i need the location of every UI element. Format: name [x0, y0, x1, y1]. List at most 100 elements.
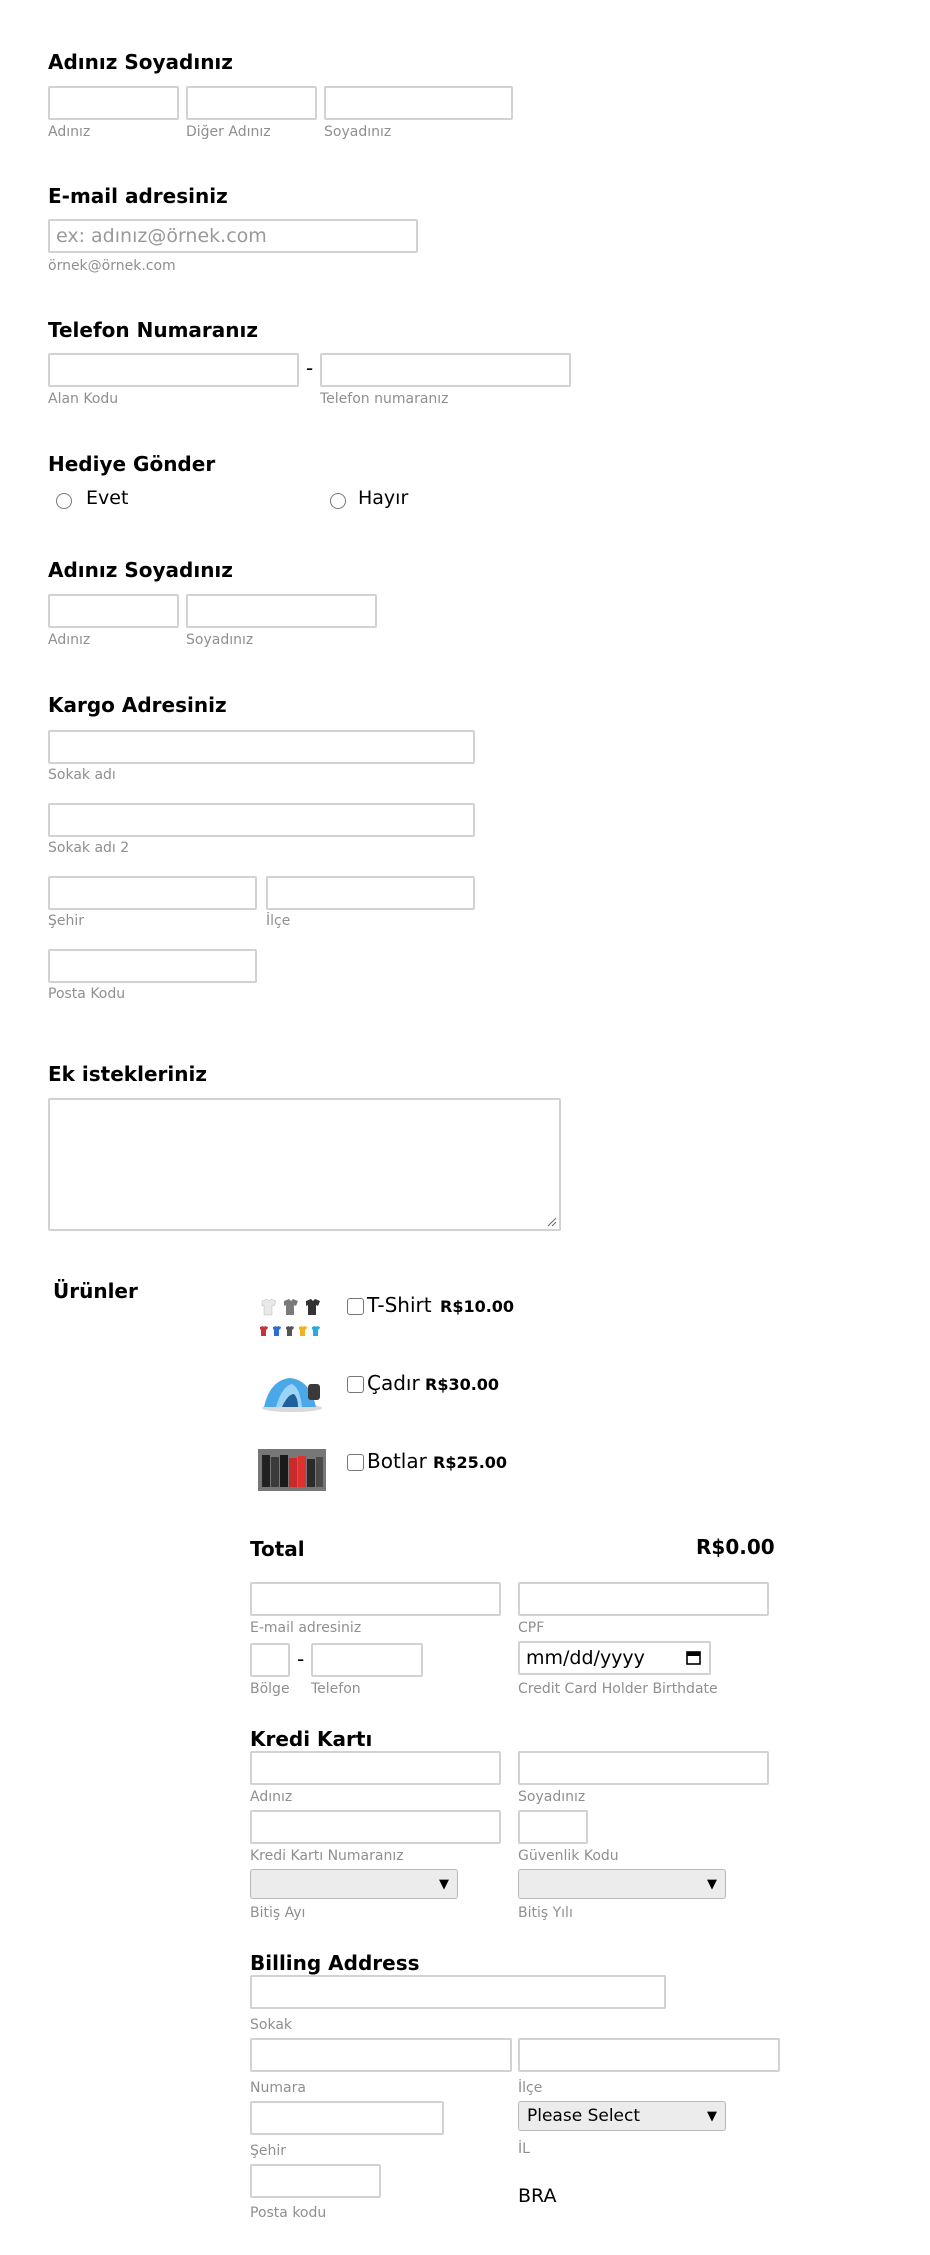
email-sublabel: örnek@örnek.com	[48, 258, 176, 274]
gift-no-radio[interactable]	[330, 493, 346, 509]
tent-image	[262, 1378, 322, 1412]
billing-number-input[interactable]	[250, 2038, 512, 2072]
order-form-page: { "name_section": { "title": "Adınız Soy…	[0, 0, 930, 2255]
product-boots-price: R$25.00	[433, 1453, 508, 1472]
middle-name-input[interactable]	[186, 86, 317, 120]
phone-number-sublabel: Telefon numaranız	[320, 391, 449, 407]
billing-state-sublabel: İL	[518, 2141, 530, 2157]
payment-phone-sublabel: Telefon	[311, 1681, 361, 1697]
recipient-last-name-input[interactable]	[186, 594, 377, 628]
cpf-sublabel: CPF	[518, 1620, 545, 1636]
payment-phone-dash: -	[297, 1647, 305, 1671]
cvv-sublabel: Güvenlik Kodu	[518, 1848, 619, 1864]
boots-image	[258, 1449, 326, 1491]
card-last-name-sublabel: Soyadınız	[518, 1789, 586, 1805]
city-input[interactable]	[48, 876, 257, 910]
billing-postal-input[interactable]	[250, 2164, 381, 2198]
phone-number-input[interactable]	[320, 353, 571, 387]
last-name-sublabel: Soyadınız	[324, 124, 392, 140]
gift-no-label: Hayır	[358, 487, 409, 509]
billing-state-selected: Please Select	[527, 2106, 641, 2126]
exp-year-select[interactable]: ▼	[518, 1869, 726, 1899]
shipping-section-title: Kargo Adresiniz	[48, 693, 227, 717]
payment-phone-input[interactable]	[311, 1643, 423, 1677]
exp-month-sublabel: Bitiş Ayı	[250, 1905, 306, 1921]
exp-month-select[interactable]: ▼	[250, 1869, 458, 1899]
billing-district-input[interactable]	[518, 2038, 780, 2072]
product-tshirt-name: T-Shirt	[367, 1293, 432, 1317]
street-input[interactable]	[48, 730, 475, 764]
billing-postal-sublabel: Posta kodu	[250, 2205, 327, 2221]
district-sublabel: İlçe	[266, 913, 291, 929]
phone-dash: -	[306, 356, 314, 380]
cvv-input[interactable]	[518, 1810, 588, 1844]
exp-year-sublabel: Bitiş Yılı	[518, 1905, 573, 1921]
billing-city-sublabel: Şehir	[250, 2143, 287, 2159]
chevron-down-icon: ▼	[707, 2109, 717, 2124]
billing-number-sublabel: Numara	[250, 2080, 306, 2096]
product-tent-name: Çadır	[367, 1371, 420, 1395]
total-value: R$0.00	[696, 1535, 775, 1559]
cpf-input[interactable]	[518, 1582, 769, 1616]
recipient-section-title: Adınız Soyadınız	[48, 558, 233, 582]
product-boots-checkbox[interactable]	[347, 1454, 364, 1471]
payment-email-input[interactable]	[250, 1582, 501, 1616]
card-first-name-input[interactable]	[250, 1751, 501, 1785]
postal-code-sublabel: Posta Kodu	[48, 986, 126, 1002]
email-input[interactable]: ex: adınız@örnek.com	[48, 219, 418, 253]
region-code-input[interactable]	[250, 1643, 290, 1677]
chevron-down-icon: ▼	[707, 1877, 717, 1892]
recipient-first-sublabel: Adınız	[48, 632, 91, 648]
product-tent-checkbox[interactable]	[347, 1376, 364, 1393]
chevron-down-icon: ▼	[439, 1877, 449, 1892]
area-code-sublabel: Alan Kodu	[48, 391, 119, 407]
card-last-name-input[interactable]	[518, 1751, 769, 1785]
street-sublabel: Sokak adı	[48, 767, 116, 783]
name-section-title: Adınız Soyadınız	[48, 50, 233, 74]
recipient-last-sublabel: Soyadınız	[186, 632, 254, 648]
birthdate-sublabel: Credit Card Holder Birthdate	[518, 1681, 718, 1697]
birthdate-input[interactable]: mm/dd/yyyy	[518, 1641, 711, 1675]
area-code-input[interactable]	[48, 353, 299, 387]
first-name-sublabel: Adınız	[48, 124, 91, 140]
district-input[interactable]	[266, 876, 475, 910]
requests-section-title: Ek istekleriniz	[48, 1062, 207, 1086]
region-code-sublabel: Bölge	[250, 1681, 290, 1697]
calendar-icon[interactable]	[686, 1650, 701, 1665]
tshirts-image	[260, 1298, 320, 1336]
first-name-input[interactable]	[48, 86, 179, 120]
product-tent-price: R$30.00	[425, 1375, 500, 1394]
street2-input[interactable]	[48, 803, 475, 837]
product-boots-name: Botlar	[367, 1449, 427, 1473]
gift-section-title: Hediye Gönder	[48, 452, 216, 476]
card-number-input[interactable]	[250, 1810, 501, 1844]
billing-country: BRA	[518, 2185, 557, 2207]
postal-code-input[interactable]	[48, 949, 257, 983]
resize-handle-icon[interactable]	[547, 1217, 557, 1227]
products-section-title: Ürünler	[53, 1279, 138, 1303]
card-first-name-sublabel: Adınız	[250, 1789, 293, 1805]
billing-city-input[interactable]	[250, 2101, 444, 2135]
middle-name-sublabel: Diğer Adınız	[186, 124, 271, 140]
billing-district-sublabel: İlçe	[518, 2080, 543, 2096]
recipient-first-name-input[interactable]	[48, 594, 179, 628]
gift-yes-radio[interactable]	[56, 493, 72, 509]
phone-section-title: Telefon Numaranız	[48, 318, 259, 342]
product-tshirt-price: R$10.00	[440, 1297, 515, 1316]
gift-yes-label: Evet	[86, 487, 129, 509]
product-tshirt-checkbox[interactable]	[347, 1298, 364, 1315]
requests-textarea[interactable]	[48, 1098, 561, 1231]
city-sublabel: Şehir	[48, 913, 85, 929]
credit-card-title: Kredi Kartı	[250, 1727, 373, 1751]
payment-email-sublabel: E-mail adresiniz	[250, 1620, 362, 1636]
street2-sublabel: Sokak adı 2	[48, 840, 130, 856]
card-number-sublabel: Kredi Kartı Numaranız	[250, 1848, 404, 1864]
birthdate-value: mm/dd/yyyy	[526, 1647, 645, 1669]
last-name-input[interactable]	[324, 86, 513, 120]
billing-title: Billing Address	[250, 1951, 420, 1975]
total-label: Total	[250, 1537, 305, 1561]
billing-street-input[interactable]	[250, 1975, 666, 2009]
billing-street-sublabel: Sokak	[250, 2017, 292, 2033]
billing-state-select[interactable]: Please Select ▼	[518, 2101, 726, 2131]
email-section-title: E-mail adresiniz	[48, 184, 228, 208]
